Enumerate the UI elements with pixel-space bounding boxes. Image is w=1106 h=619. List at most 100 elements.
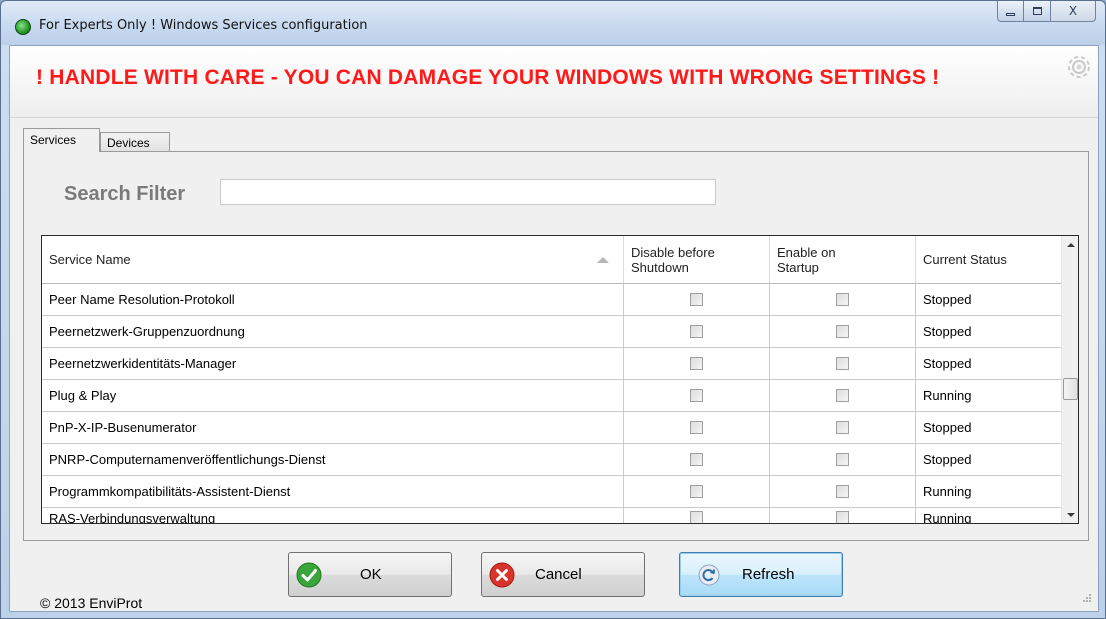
enable-on-startup-checkbox[interactable]	[836, 453, 849, 466]
column-header-service-name[interactable]: Service Name	[42, 236, 624, 284]
close-icon: X	[1068, 4, 1078, 18]
disable-before-shutdown-cell	[624, 412, 770, 444]
tab-devices[interactable]: Devices	[100, 132, 170, 152]
disable-before-shutdown-checkbox[interactable]	[690, 421, 703, 434]
app-window: For Experts Only ! Windows Services conf…	[0, 0, 1106, 619]
x-icon	[489, 562, 515, 588]
status-cell: Stopped	[916, 412, 1062, 444]
enable-on-startup-checkbox[interactable]	[836, 325, 849, 338]
service-name-cell: Plug & Play	[42, 380, 624, 412]
chevron-up-icon	[1066, 242, 1075, 247]
disable-before-shutdown-cell	[624, 316, 770, 348]
table-row[interactable]: Plug & Play Running	[42, 380, 1062, 412]
app-icon[interactable]	[15, 19, 31, 35]
enable-on-startup-checkbox[interactable]	[836, 421, 849, 434]
maximize-button[interactable]	[1024, 1, 1051, 22]
enable-on-startup-checkbox[interactable]	[836, 389, 849, 402]
disable-before-shutdown-cell	[624, 380, 770, 412]
cancel-button[interactable]: Cancel	[481, 552, 645, 597]
enable-on-startup-cell	[770, 444, 916, 476]
chevron-down-icon	[1066, 512, 1075, 517]
gear-icon	[1068, 56, 1090, 78]
table-row[interactable]: Peer Name Resolution-Protokoll Stopped	[42, 284, 1062, 316]
disable-before-shutdown-checkbox[interactable]	[690, 325, 703, 338]
minimize-icon	[1006, 12, 1015, 16]
enable-on-startup-cell	[770, 476, 916, 508]
search-filter-label: Search Filter	[64, 183, 186, 205]
services-grid[interactable]: Service Name Disable before Shutdown Ena…	[41, 235, 1079, 524]
disable-before-shutdown-cell	[624, 508, 770, 523]
ok-button[interactable]: OK	[288, 552, 452, 597]
disable-before-shutdown-checkbox[interactable]	[690, 357, 703, 370]
disable-before-shutdown-checkbox[interactable]	[690, 453, 703, 466]
window-controls: X	[997, 1, 1096, 22]
tab-label: Services	[30, 133, 77, 147]
disable-before-shutdown-cell	[624, 284, 770, 316]
refresh-icon	[698, 564, 720, 586]
service-name-cell: PnP-X-IP-Busenumerator	[42, 412, 624, 444]
service-name-cell: Peer Name Resolution-Protokoll	[42, 284, 624, 316]
warning-text: ! HANDLE WITH CARE - YOU CAN DAMAGE YOUR…	[36, 66, 940, 89]
column-header-label: Service Name	[49, 252, 131, 267]
enable-on-startup-checkbox[interactable]	[836, 293, 849, 306]
tab-label: Devices	[107, 136, 150, 150]
enable-on-startup-cell	[770, 316, 916, 348]
refresh-button-label: Refresh	[742, 566, 795, 583]
enable-on-startup-checkbox[interactable]	[836, 357, 849, 370]
status-cell: Stopped	[916, 348, 1062, 380]
title-bar[interactable]: For Experts Only ! Windows Services conf…	[1, 1, 1105, 45]
disable-before-shutdown-checkbox[interactable]	[690, 511, 703, 523]
grid-header: Service Name Disable before Shutdown Ena…	[42, 236, 1062, 284]
disable-before-shutdown-checkbox[interactable]	[690, 485, 703, 498]
resize-grip-icon[interactable]	[1080, 593, 1092, 605]
table-row[interactable]: Programmkompatibilitäts-Assistent-Dienst…	[42, 476, 1062, 508]
status-cell: Stopped	[916, 316, 1062, 348]
status-cell: Stopped	[916, 444, 1062, 476]
table-row[interactable]: RAS-Verbindungsverwaltung Running	[42, 508, 1062, 523]
enable-on-startup-checkbox[interactable]	[836, 511, 849, 523]
table-row[interactable]: PNRP-Computernamenveröffentlichungs-Dien…	[42, 444, 1062, 476]
disable-before-shutdown-cell	[624, 348, 770, 380]
service-name-cell: Peernetzwerkidentitäts-Manager	[42, 348, 624, 380]
maximize-icon	[1032, 7, 1042, 15]
table-row[interactable]: Peernetzwerk-Gruppenzuordnung Stopped	[42, 316, 1062, 348]
enable-on-startup-cell	[770, 412, 916, 444]
refresh-button[interactable]: Refresh	[679, 552, 843, 597]
enable-on-startup-cell	[770, 508, 916, 523]
enable-on-startup-cell	[770, 348, 916, 380]
scroll-up-button[interactable]	[1062, 236, 1078, 253]
status-cell: Running	[916, 508, 1062, 523]
disable-before-shutdown-checkbox[interactable]	[690, 293, 703, 306]
warning-banner: ! HANDLE WITH CARE - YOU CAN DAMAGE YOUR…	[10, 46, 1098, 118]
copyright-text: © 2013 EnviProt	[40, 595, 143, 611]
sort-ascending-icon	[597, 257, 609, 263]
status-cell: Running	[916, 380, 1062, 412]
enable-on-startup-cell	[770, 380, 916, 412]
table-row[interactable]: PnP-X-IP-Busenumerator Stopped	[42, 412, 1062, 444]
column-header-label: Disable before Shutdown	[631, 244, 715, 275]
column-header-disable-before-shutdown[interactable]: Disable before Shutdown	[624, 236, 770, 284]
cancel-button-label: Cancel	[535, 566, 582, 583]
disable-before-shutdown-cell	[624, 476, 770, 508]
enable-on-startup-checkbox[interactable]	[836, 485, 849, 498]
close-button[interactable]: X	[1051, 1, 1096, 22]
window-title: For Experts Only ! Windows Services conf…	[39, 18, 368, 33]
status-cell: Running	[916, 476, 1062, 508]
scrollbar-thumb[interactable]	[1063, 378, 1078, 400]
search-filter-input[interactable]	[220, 179, 716, 205]
service-name-cell: RAS-Verbindungsverwaltung	[42, 508, 624, 523]
grid-vertical-scrollbar[interactable]	[1061, 236, 1078, 523]
service-name-cell: PNRP-Computernamenveröffentlichungs-Dien…	[42, 444, 624, 476]
scroll-down-button[interactable]	[1062, 506, 1078, 523]
service-name-cell: Peernetzwerk-Gruppenzuordnung	[42, 316, 624, 348]
ok-button-label: OK	[360, 566, 382, 583]
column-header-enable-on-startup[interactable]: Enable on Startup	[770, 236, 916, 284]
tab-services[interactable]: Services	[23, 128, 100, 152]
enable-on-startup-cell	[770, 284, 916, 316]
column-header-current-status[interactable]: Current Status	[916, 236, 1062, 284]
minimize-button[interactable]	[997, 1, 1024, 22]
check-icon	[296, 562, 322, 588]
service-name-cell: Programmkompatibilitäts-Assistent-Dienst	[42, 476, 624, 508]
table-row[interactable]: Peernetzwerkidentitäts-Manager Stopped	[42, 348, 1062, 380]
disable-before-shutdown-checkbox[interactable]	[690, 389, 703, 402]
